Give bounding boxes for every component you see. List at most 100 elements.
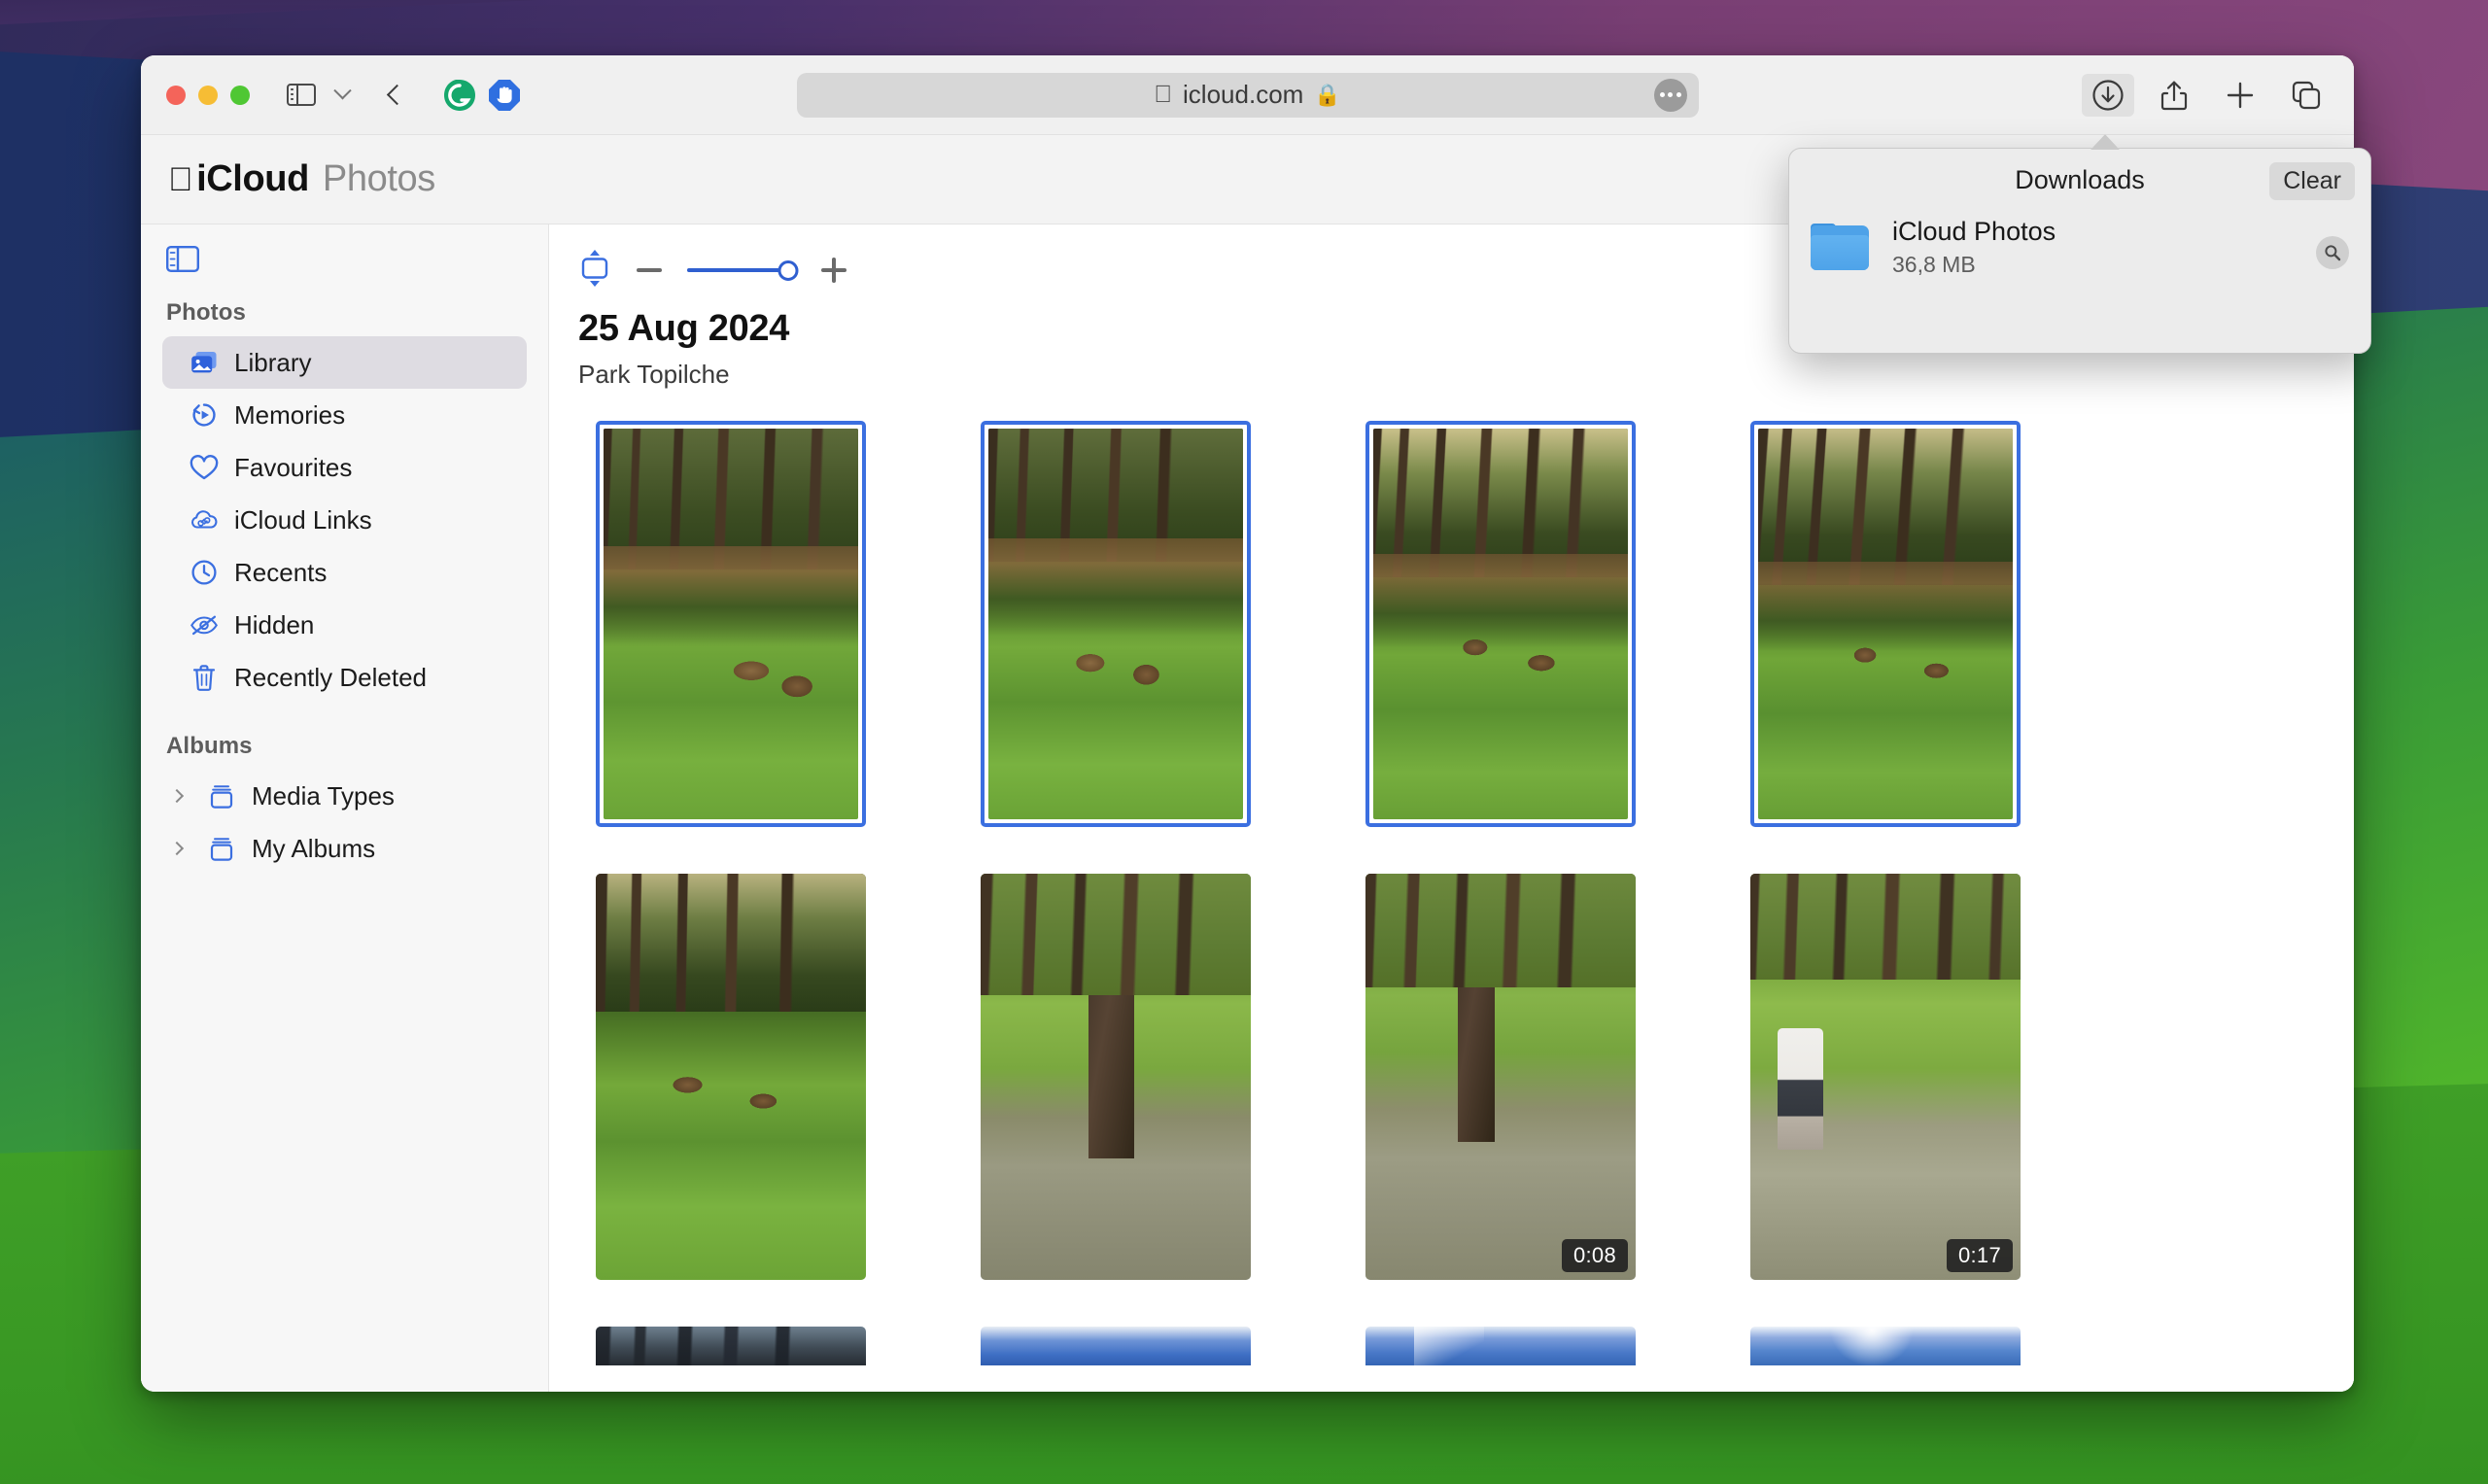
more-options-icon[interactable]	[1653, 78, 1687, 112]
page-title:  iCloud Photos	[168, 158, 435, 200]
lock-icon: 🔒	[1304, 82, 1340, 107]
chevron-right-icon[interactable]	[162, 841, 191, 856]
album-icon	[207, 834, 236, 863]
grammarly-extension-button[interactable]	[442, 78, 477, 113]
reveal-in-finder-button[interactable]	[2316, 236, 2349, 269]
download-file-name: iCloud Photos	[1892, 217, 2056, 246]
photo-tree-1[interactable]	[981, 874, 1251, 1280]
slider-fill	[687, 268, 789, 272]
aspect-ratio-button[interactable]	[578, 249, 611, 293]
address-bar[interactable]:  icloud.com 🔒	[796, 72, 1699, 118]
download-item-meta: iCloud Photos 36,8 MB	[1892, 217, 2056, 278]
download-file-size: 36,8 MB	[1892, 252, 1976, 277]
photo-partial-4[interactable]	[1750, 1327, 2021, 1365]
copy-tabs-icon	[2292, 81, 2321, 109]
sidebar-icon	[287, 83, 316, 107]
share-icon	[2160, 81, 2188, 110]
sidebar-item-favourites[interactable]: Favourites	[162, 441, 527, 494]
chevron-right-icon[interactable]	[162, 788, 191, 804]
zoom-out-button[interactable]	[637, 268, 662, 272]
photo-thumbnail	[1373, 429, 1628, 819]
photo-thumbnail	[1750, 874, 2021, 1280]
downloads-header: Downloads Clear	[1789, 149, 2370, 211]
download-item[interactable]: iCloud Photos 36,8 MB	[1789, 211, 2370, 278]
sidebar-menu-button[interactable]	[322, 79, 363, 112]
sidebar-item-label: Memories	[234, 399, 346, 430]
heart-icon	[190, 453, 219, 482]
clear-downloads-button[interactable]: Clear	[2269, 162, 2355, 200]
photos-content: 25 Aug 2024 Park Topilche 4 selected	[549, 224, 2354, 1392]
sidebar-item-label: My Albums	[252, 833, 376, 863]
library-icon	[190, 348, 219, 377]
photo-ducks-2[interactable]	[981, 421, 1251, 827]
toolbar-right-buttons	[2082, 73, 2332, 117]
sidebar-section-photos-title: Photos	[166, 299, 246, 326]
adblock-extension-button[interactable]	[487, 78, 522, 113]
slider-knob[interactable]	[778, 259, 799, 281]
photo-thumbnail	[604, 429, 858, 819]
video-person[interactable]: 0:17	[1750, 874, 2021, 1280]
memories-icon	[190, 400, 219, 430]
photo-thumbnail	[1758, 429, 2013, 819]
photo-thumbnail	[981, 874, 1251, 1280]
share-button[interactable]	[2148, 74, 2200, 117]
album-icon	[207, 781, 236, 811]
maximize-button[interactable]	[230, 85, 250, 105]
tab-overview-button[interactable]	[2280, 74, 2332, 117]
photo-partial-2[interactable]	[981, 1327, 1251, 1365]
downloads-button[interactable]	[2082, 73, 2134, 117]
sidebar-toggle-button[interactable]	[281, 79, 322, 112]
photo-ducks-5[interactable]	[596, 874, 866, 1280]
sidebar-item-my-albums[interactable]: My Albums	[162, 822, 527, 875]
new-tab-button[interactable]	[2214, 74, 2266, 117]
photo-thumbnail	[596, 874, 866, 1280]
minimize-button[interactable]	[198, 85, 218, 105]
apple-favicon: 	[1154, 83, 1172, 107]
sidebar-item-label: Recently Deleted	[234, 662, 427, 692]
sidebar-section-albums-title: Albums	[166, 733, 253, 759]
photo-thumbnail	[1365, 874, 1636, 1280]
group-location: Park Topilche	[578, 360, 730, 389]
sidebar-item-recents[interactable]: Recents	[162, 546, 527, 599]
zoom-in-button[interactable]	[821, 258, 847, 283]
grammarly-icon	[444, 79, 475, 111]
adblock-hand-icon	[489, 79, 520, 111]
sidebar-item-label: Hidden	[234, 609, 315, 639]
video-tree-2[interactable]: 0:08	[1365, 874, 1636, 1280]
sidebar-item-label: iCloud Links	[234, 504, 372, 535]
sidebar: Photos Library Memories Favourites iClou…	[141, 224, 549, 1392]
close-button[interactable]	[166, 85, 186, 105]
photo-grid-partial-row	[549, 1327, 2354, 1365]
download-icon	[2092, 79, 2124, 111]
zoom-slider[interactable]	[687, 258, 799, 283]
sidebar-item-icloud-links[interactable]: iCloud Links	[162, 494, 527, 546]
photo-partial-3[interactable]	[1365, 1327, 1636, 1365]
sidebar-collapse-button[interactable]	[166, 246, 200, 273]
downloads-title: Downloads	[2015, 164, 2145, 194]
trash-icon	[190, 663, 219, 692]
back-arrow-icon	[386, 84, 407, 106]
app-name: Photos	[297, 158, 435, 199]
video-duration-badge: 0:17	[1946, 1239, 2013, 1272]
photo-ducks-1[interactable]	[596, 421, 866, 827]
eye-slash-icon	[190, 610, 219, 639]
aspect-ratio-icon	[581, 249, 608, 287]
downloads-popover: Downloads Clear iCloud Photos 36,8 MB	[1788, 134, 2371, 354]
photo-partial-1[interactable]	[596, 1327, 866, 1365]
back-button[interactable]	[376, 79, 417, 112]
sidebar-item-memories[interactable]: Memories	[162, 389, 527, 441]
brand-name: iCloud	[172, 158, 309, 199]
sidebar-item-label: Library	[234, 347, 312, 377]
sidebar-toggle-icon	[166, 246, 200, 273]
clock-icon	[190, 558, 219, 587]
sidebar-item-hidden[interactable]: Hidden	[162, 599, 527, 651]
photo-ducks-4[interactable]	[1750, 421, 2021, 827]
chevron-down-icon	[332, 82, 352, 100]
sidebar-item-media-types[interactable]: Media Types	[162, 770, 527, 822]
sidebar-item-label: Recents	[234, 557, 328, 587]
sidebar-item-recently-deleted[interactable]: Recently Deleted	[162, 651, 527, 704]
app-body: Photos Library Memories Favourites iClou…	[141, 224, 2354, 1392]
sidebar-item-library[interactable]: Library	[162, 336, 527, 389]
photo-ducks-3[interactable]	[1365, 421, 1636, 827]
window-controls	[166, 85, 250, 105]
